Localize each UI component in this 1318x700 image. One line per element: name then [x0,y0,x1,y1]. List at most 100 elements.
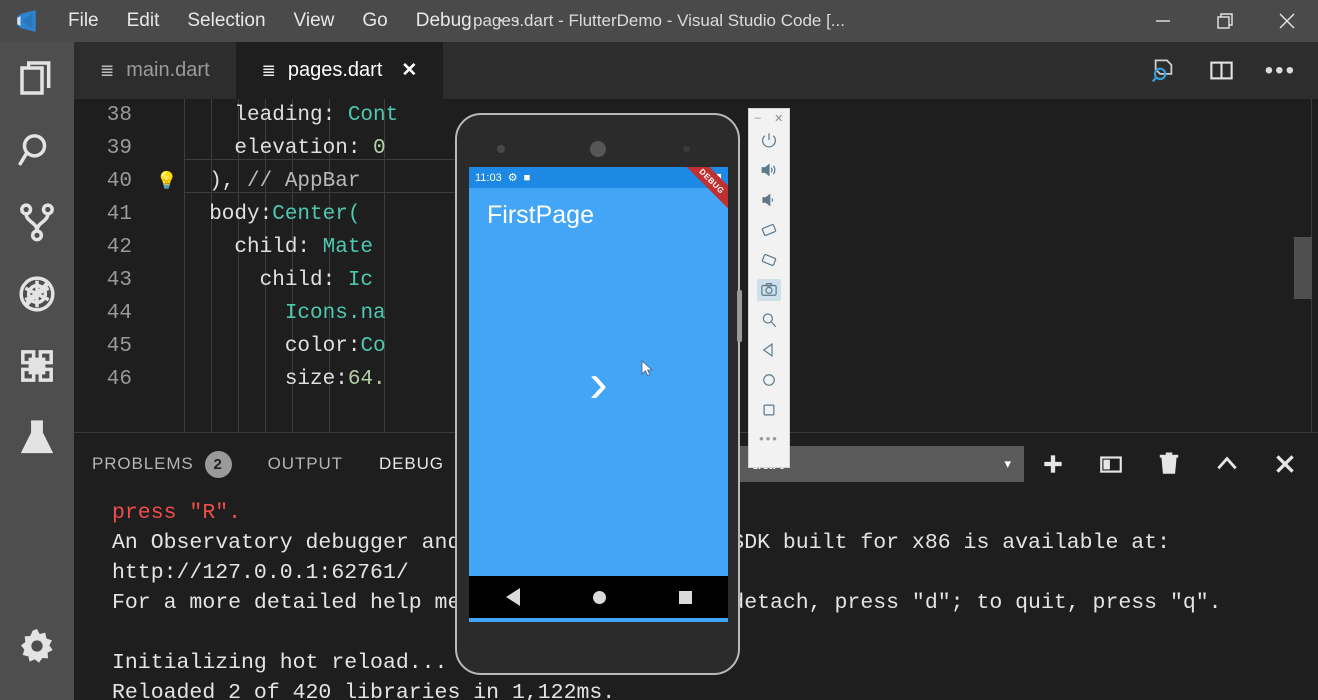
emulator-close-button[interactable]: ✕ [774,112,783,125]
android-emulator-window[interactable]: 11:03 ⚙ ■ ◣ ▮ FirstPage › DEBUG [455,105,745,675]
gear-icon [21,629,53,663]
tab-label: main.dart [126,59,210,81]
tab-close-icon[interactable]: ✕ [401,59,417,82]
tab-main-dart[interactable]: ≣ main.dart [74,42,236,99]
split-editor-icon [1210,61,1233,80]
navigate-next-icon[interactable]: › [589,355,608,411]
maximize-panel-button[interactable] [1198,440,1256,488]
panel-tab-label: OUTPUT [267,454,343,473]
activity-bar [0,42,74,700]
search-icon [18,134,47,166]
close-button[interactable] [1256,0,1318,42]
rotate-right-icon [761,254,777,266]
magnifier-icon [762,313,777,328]
emulator-window-buttons: – ✕ [748,109,790,125]
menu-edit[interactable]: Edit [113,0,174,42]
emulator-rotate-left-button[interactable] [748,215,790,245]
code-line-text: leading: Cont [184,104,399,127]
sidebar-item-explorer[interactable] [0,42,74,114]
sidebar-item-testing[interactable] [0,402,74,474]
kill-terminal-button[interactable] [1140,440,1198,488]
tab-pages-dart[interactable]: ≣ pages.dart ✕ [235,42,444,99]
menu-file[interactable]: File [54,0,113,42]
dart-file-icon: ≣ [100,60,114,80]
menu-go[interactable]: Go [348,0,401,42]
line-number: 43 [106,269,132,292]
editor-actions: ••• [1137,42,1318,99]
debug-no-icon [19,276,55,312]
split-editor-button[interactable] [1195,42,1249,99]
line-number: 42 [106,236,132,259]
emulator-power-button[interactable] [748,125,790,155]
emulator-volume-down-button[interactable] [748,185,790,215]
phone-side-button[interactable] [737,290,742,342]
panel-tab-debug-console[interactable]: DEBUG [361,440,462,488]
power-icon [762,133,776,148]
vscode-logo-icon [0,0,54,42]
mouse-cursor [641,360,654,377]
panel-tab-bar: PROBLEMS 2 OUTPUT DEBUG [74,440,462,488]
close-icon [1276,455,1294,473]
menu-more[interactable]: ··· [486,0,535,42]
editor-vertical-scrollbar[interactable] [1294,237,1312,299]
android-back-button[interactable] [505,588,520,606]
emulator-screen[interactable]: 11:03 ⚙ ■ ◣ ▮ FirstPage › DEBUG [469,167,728,622]
restore-button[interactable] [1194,0,1256,42]
sidebar-item-debug[interactable] [0,258,74,330]
volume-up-icon [761,163,776,177]
split-panel-icon [1100,456,1122,473]
android-home-button[interactable] [592,590,606,604]
emulator-minimize-button[interactable]: – [755,112,761,125]
emulator-zoom-button[interactable] [748,305,790,335]
trash-icon [1159,452,1179,474]
chevron-up-icon [1217,456,1237,470]
terminal-line: Reloaded 2 of 420 libraries in 1,122ms. [112,681,616,700]
phone-earpiece [589,141,606,157]
quick-fix-lightbulb-icon[interactable]: 💡 [150,171,184,192]
menu-bar: File Edit Selection View Go Debug ··· [54,0,535,42]
menu-debug[interactable]: Debug [402,0,486,42]
android-recents-button[interactable] [678,590,692,604]
extensions-icon [21,350,53,382]
open-preview-button[interactable] [1137,42,1191,99]
phone-sensor [683,146,690,152]
minimize-button[interactable] [1132,0,1194,42]
sidebar-item-settings[interactable] [0,610,74,682]
dart-file-icon: ≣ [261,60,276,80]
sidebar-item-extensions[interactable] [0,330,74,402]
code-line-text: color:Co [184,335,386,358]
emulator-volume-up-button[interactable] [748,155,790,185]
vscode-window: File Edit Selection View Go Debug ··· pa… [0,0,1318,700]
line-number: 38 [106,104,132,127]
phone-frame: 11:03 ⚙ ■ ◣ ▮ FirstPage › DEBUG [455,113,742,675]
files-icon [20,61,51,95]
panel-actions: dart ▾ [739,440,1314,488]
code-line-text: child: Mate [184,236,374,259]
rotate-left-icon [761,224,777,236]
title-bar: File Edit Selection View Go Debug ··· pa… [0,0,1318,42]
add-terminal-button[interactable] [1024,440,1082,488]
tab-label: pages.dart [287,59,383,81]
emulator-rotate-right-button[interactable] [748,245,790,275]
emulator-overview-button[interactable] [748,395,790,425]
line-number: 46 [106,368,132,391]
close-panel-button[interactable] [1256,440,1314,488]
panel-tab-problems[interactable]: PROBLEMS 2 [74,440,250,488]
emulator-home-button[interactable] [748,365,790,395]
split-terminal-button[interactable] [1082,440,1140,488]
problems-count-badge: 2 [204,450,232,478]
menu-view[interactable]: View [280,0,349,42]
line-number: 45 [106,335,132,358]
emulator-more-button[interactable]: ••• [759,431,779,446]
sidebar-item-source-control[interactable] [0,186,74,258]
panel-tab-label: PROBLEMS [92,454,194,473]
emulator-screenshot-button[interactable] [748,275,790,305]
editor-tab-bar: ≣ main.dart ≣ pages.dart ✕ ••• [74,42,1318,99]
emulator-back-button[interactable] [748,335,790,365]
sidebar-item-search[interactable] [0,114,74,186]
line-number: 40 [106,170,132,193]
menu-selection[interactable]: Selection [173,0,279,42]
home-circle-icon [763,374,775,386]
panel-tab-output[interactable]: OUTPUT [250,440,361,488]
editor-more-actions[interactable]: ••• [1253,57,1308,85]
